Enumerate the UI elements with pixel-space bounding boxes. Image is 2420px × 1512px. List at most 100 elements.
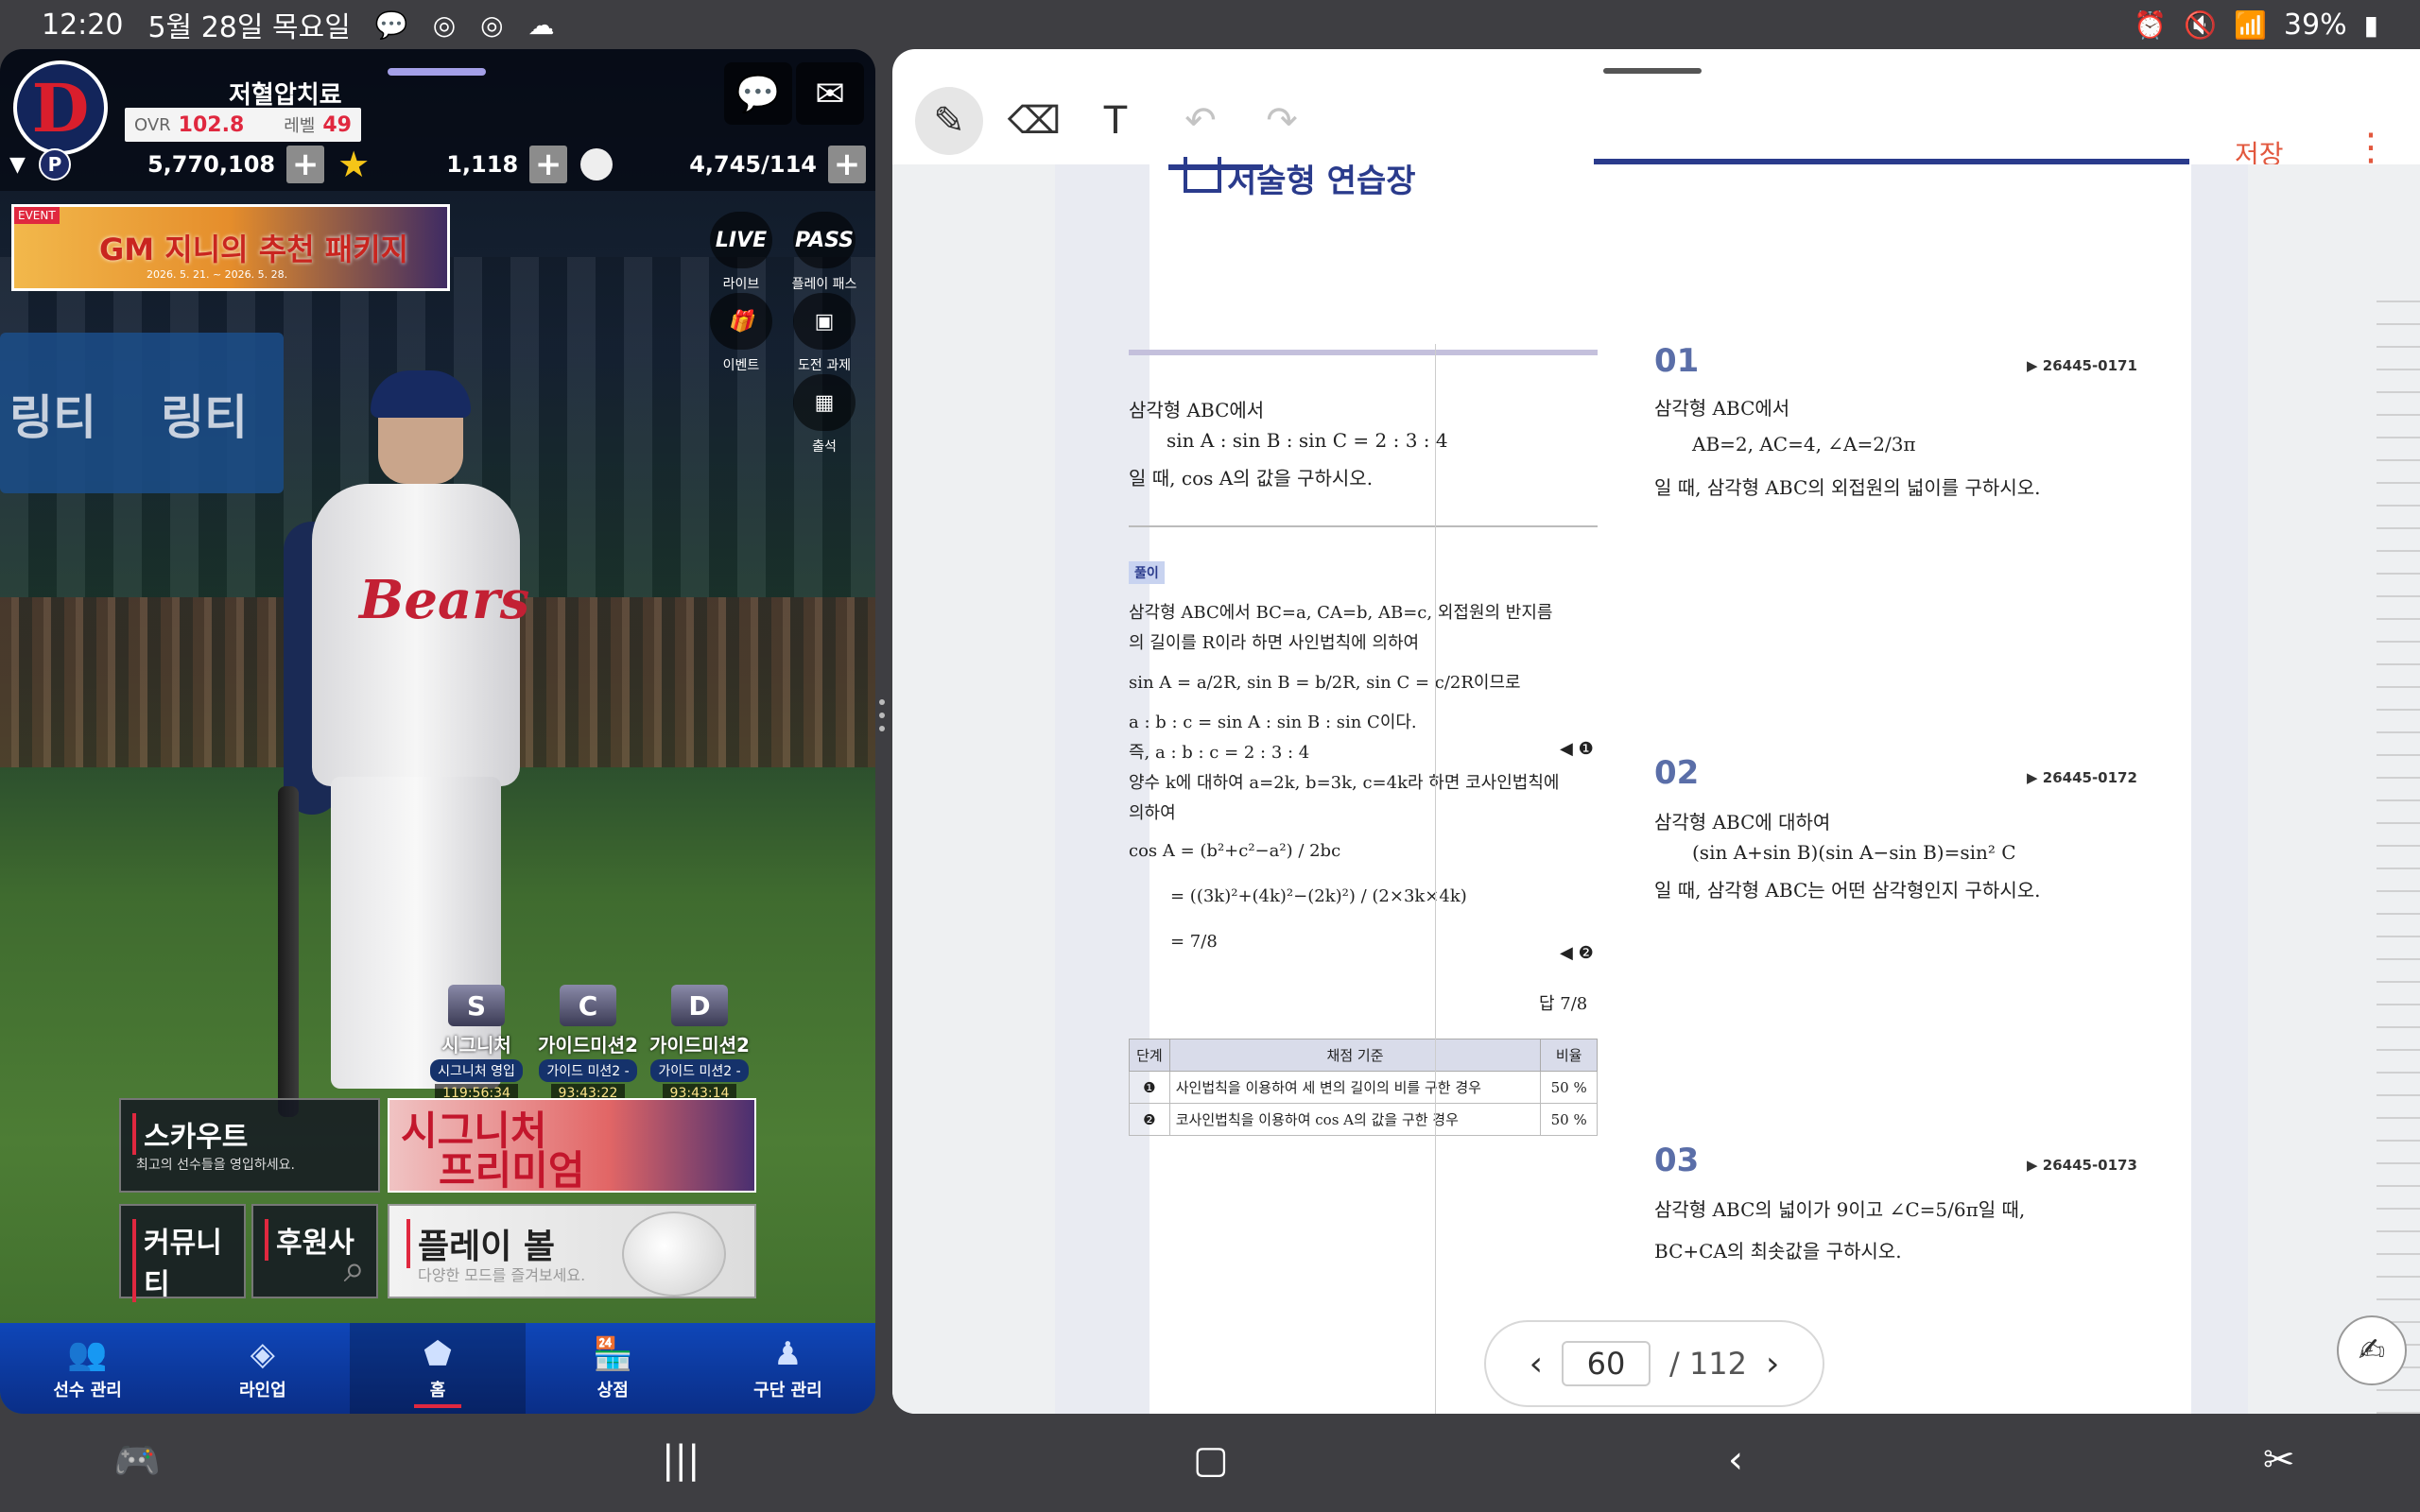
scout-card[interactable]: 스카우트 최고의 선수들을 영입하세요. [119,1098,380,1193]
screenshot-edit-icon[interactable]: ✂ [2263,1438,2295,1482]
solution-line: 즉, a : b : c = 2 : 3 : 4 [1129,743,1310,763]
live-button[interactable]: LIVE 라이브 [701,212,781,293]
mission-signature[interactable]: S 시그니처 시그니처 영입 119:56:34 [425,985,527,1103]
more-options-icon[interactable]: ⋮ [2352,129,2390,166]
instagram-icon: ◎ [432,9,457,41]
question-number: 02 [1654,754,1700,792]
nav-label: 홈 [429,1381,446,1400]
event-button[interactable]: 🎁 이벤트 [701,293,781,374]
window-handle[interactable] [1603,68,1702,74]
prev-page-icon[interactable]: ‹ [1530,1345,1543,1383]
ovr-value: 102.8 [178,112,245,137]
back-icon[interactable]: ‹ [1728,1438,1743,1482]
redo-icon[interactable]: ↷ [1248,87,1316,155]
table-row: ❶ 사인법칙을 이용하여 세 변의 길이의 비를 구한 경우 50 % [1129,1071,1598,1104]
game-bottom-nav: 👥 선수 관리 ◈ 라인업 ⬟ 홈 🏪 상점 ♟ 구단 관리 [0,1323,875,1414]
attendance-label: 출석 [812,439,837,455]
resource-row: ▼ P 5,770,108 + ★ 1,118 + 4,745/114 + [9,144,866,185]
signature-premium-card[interactable]: 시그니처 프리미엄 [388,1098,756,1193]
baseball-icon [580,148,614,180]
points-value: 5,770,108 [147,151,276,178]
mission-sub: 시그니처 영입 [430,1059,523,1082]
question-line: 삼각형 ABC에서 [1654,397,1790,420]
ovr-label: OVR [134,114,171,135]
example-top-rule [1129,350,1598,355]
date: 5월 28일 목요일 [147,11,351,44]
table-cell: 50 % [1540,1071,1598,1104]
nav-label: 선수 관리 [53,1381,122,1400]
step-mark: ◀ ❷ [1560,943,1594,963]
calendar-icon: ▦ [793,374,856,431]
nav-home[interactable]: ⬟ 홈 [350,1323,526,1414]
community-card[interactable]: 커뮤니티 [119,1204,246,1302]
column-divider [1435,344,1436,1414]
points-add-button[interactable]: + [286,146,325,183]
handwriting-fab-icon[interactable]: ✍ [2337,1315,2407,1385]
game-booster-icon[interactable]: 🎮 [113,1438,161,1483]
example-line: 일 때, cos A의 값을 구하시오. [1129,467,1374,490]
page-number-input[interactable]: 60 [1561,1341,1651,1386]
scoring-table: 단계 채점 기준 비율 ❶ 사인법칙을 이용하여 세 변의 길이의 비를 구한 … [1129,1039,1598,1136]
mission-list: S 시그니처 시그니처 영입 119:56:34 C 가이드미션2 가이드 미션… [425,985,751,1103]
question-line: 삼각형 ABC의 넓이가 9이고 ∠C=5/6π일 때, [1654,1198,2026,1221]
stars-add-button[interactable]: + [529,146,568,183]
solution-line: cos A = (b²+c²−a²) / 2bc [1129,841,1341,861]
sponsor-title: 후원사 [265,1219,354,1261]
chat-icon[interactable]: 💬 [724,62,792,125]
points-icon: P [38,148,71,180]
battery-icon: ▮ [2363,9,2378,41]
diamond-icon: ◈ [250,1335,275,1373]
play-subtitle: 다양한 모드를 즐겨보세요. [418,1266,586,1284]
promo-title-line2: 프리미엄 [439,1147,585,1194]
nav-player-management[interactable]: 👥 선수 관리 [0,1323,175,1414]
solution-line: 의 길이를 R이라 하면 사인법칙에 의하여 [1129,633,1420,653]
pass-icon: PASS [793,212,856,268]
pen-icon[interactable]: ✎ [915,87,983,155]
pass-button[interactable]: PASS 플레이 패스 [785,212,864,293]
home-icon[interactable]: ▢ [1193,1438,1229,1482]
page-scrollbar[interactable] [2377,280,2420,1414]
nav-lineup[interactable]: ◈ 라인업 [175,1323,350,1414]
home-plate-icon: ⬟ [424,1335,452,1373]
solution-line: 삼각형 ABC에서 BC=a, CA=b, AB=c, 외접원의 반지름 [1129,603,1553,623]
section-title: 서술형 연습장 [1227,163,1416,200]
community-title: 커뮤니티 [132,1219,244,1302]
dropdown-icon[interactable]: ▼ [9,153,26,177]
mission-name: 가이드미션2 [649,1034,750,1057]
eraser-icon[interactable]: ⌫ [1000,87,1068,155]
level-label: 레벨 [284,116,316,136]
next-page-icon[interactable]: › [1766,1345,1779,1383]
question-line: 일 때, 삼각형 ABC의 외접원의 넓이를 구하시오. [1654,476,2041,499]
game-window[interactable]: 링티 링티 D 저혈압치료약 OVR 102.8 레벨 49 💬 ✉ ▼ P 5… [0,49,875,1414]
table-header: 비율 [1540,1039,1598,1072]
scout-subtitle: 최고의 선수들을 영입하세요. [136,1158,295,1173]
nav-club-management[interactable]: ♟ 구단 관리 [700,1323,875,1414]
example-bottom-rule [1129,525,1598,527]
nav-label: 상점 [596,1381,629,1400]
mission-guide-c[interactable]: C 가이드미션2 가이드 미션2 - 93:43:22 [537,985,639,1103]
event-banner[interactable]: EVENT GM 지니의 추천 패키지 2026. 5. 21. ~ 2026.… [11,204,450,291]
live-icon: LIVE [710,212,772,268]
note-canvas[interactable]: 서술형 연습장 삼각형 ABC에서 sin A : sin B : sin C … [892,157,2420,1414]
sponsor-card[interactable]: 후원사 ⌕ [251,1204,378,1298]
challenge-button[interactable]: ▣ 도전 과제 [785,293,864,374]
solution-line: = ((3k)²+(4k)²−(2k)²) / (2×3k×4k) [1170,886,1467,906]
split-view-handle[interactable] [877,699,887,756]
nav-shop[interactable]: 🏪 상점 [526,1323,700,1414]
recent-apps-icon[interactable]: ||| [662,1438,700,1482]
page-total: / 112 [1668,1346,1748,1382]
shop-icon: 🏪 [593,1335,633,1373]
balls-add-button[interactable]: + [827,146,866,183]
mail-icon[interactable]: ✉ [796,62,864,125]
balls-value: 4,745/114 [689,151,817,178]
mission-guide-d[interactable]: D 가이드미션2 가이드 미션2 - 93:43:14 [648,985,751,1103]
undo-icon[interactable]: ↶ [1167,87,1235,155]
stars-value: 1,118 [446,151,519,178]
team-logo[interactable]: D [13,60,108,155]
text-tool-icon[interactable]: T [1081,87,1150,155]
play-ball-card[interactable]: 플레이 볼 다양한 모드를 즐겨보세요. [388,1204,756,1298]
table-header: 채점 기준 [1168,1039,1542,1072]
search-icon: ⌕ [343,1247,365,1291]
answer: 답 7/8 [1539,994,1588,1014]
attendance-button[interactable]: ▦ 출석 [785,374,864,455]
